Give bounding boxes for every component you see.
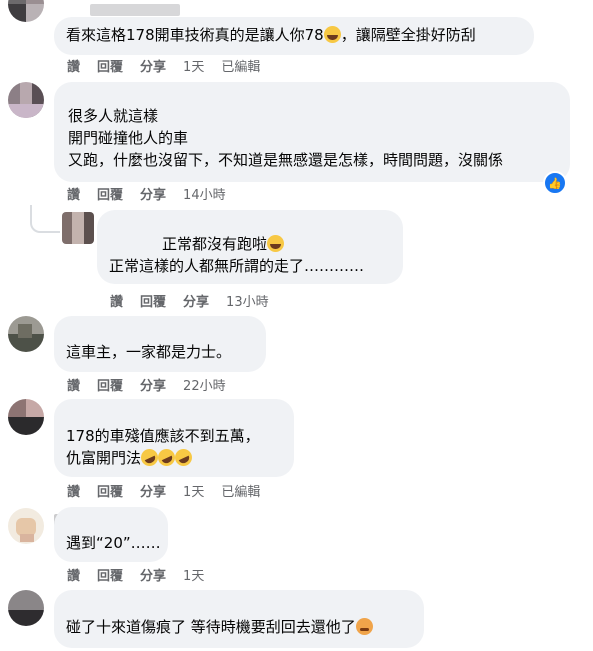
share-button[interactable]: 分享 (140, 375, 166, 394)
comment-actions: 讚 回覆 分享 1天 已編輯 (67, 481, 277, 500)
comment-bubble: 看來這格178開車技術真的是讓人你78 ，讓隔壁全掛好防刮 (54, 17, 534, 55)
timestamp-link[interactable]: 22小時 (183, 375, 226, 394)
reply-button[interactable]: 回覆 (97, 565, 123, 584)
comment-actions: 讚 回覆 分享 1天 (67, 565, 221, 584)
reply-thread-line (30, 205, 60, 233)
comment-bubble: 碰了十來道傷痕了 等待時機要刮回去還他了 (54, 590, 424, 648)
comment-bubble: 很多人就這樣 開門碰撞他人的車 又跑，什麼也沒留下，不知道是無感還是怎樣，時間問… (54, 82, 570, 182)
avatar[interactable] (8, 316, 44, 352)
comment-text: 開門碰撞他人的車 (68, 129, 189, 147)
laughing-emoji-icon (323, 26, 341, 43)
comment-actions: 讚 回覆 分享 14小時 (67, 184, 243, 203)
comment-text: 看來這格178開車技術真的是讓人你78 (66, 26, 324, 44)
avatar[interactable] (8, 82, 44, 118)
comment-actions: 讚 回覆 分享 1天 已編輯 (67, 56, 277, 75)
like-button[interactable]: 讚 (67, 481, 80, 500)
avatar[interactable] (8, 590, 44, 626)
like-reaction-icon[interactable]: 👍 (543, 171, 567, 195)
share-button[interactable]: 分享 (140, 481, 166, 500)
avatar[interactable] (8, 0, 44, 22)
comment-actions: 讚 回覆 分享 13小時 (110, 291, 286, 310)
comment-bubble: 遇到“20”…… (54, 507, 168, 562)
avatar[interactable] (62, 212, 94, 244)
reply-button[interactable]: 回覆 (97, 375, 123, 394)
timestamp-link[interactable]: 1天 (183, 481, 204, 500)
avatar[interactable] (8, 399, 44, 435)
share-button[interactable]: 分享 (140, 565, 166, 584)
timestamp-link[interactable]: 1天 (183, 565, 204, 584)
comment-text: 仇富開門法 (66, 449, 142, 467)
comment-text: 正常這樣的人都無所謂的走了………… (109, 257, 365, 275)
comment-text: 碰了十來道傷痕了 等待時機要刮回去還他了 (66, 618, 356, 636)
comment-text: 這車主，一家都是力士。 (66, 343, 232, 361)
rofl-emoji-icon (172, 446, 195, 469)
avatar[interactable] (8, 508, 44, 544)
laughing-emoji-icon (267, 235, 285, 252)
comment-actions: 讚 回覆 分享 22小時 (67, 375, 243, 394)
like-button[interactable]: 讚 (67, 56, 80, 75)
reply-button[interactable]: 回覆 (97, 56, 123, 75)
comment-text: 正常都沒有跑啦 (162, 235, 268, 253)
reply-button[interactable]: 回覆 (140, 291, 166, 310)
comment-text: 178的車殘值應該不到五萬， (66, 427, 260, 445)
comment-text: 很多人就這樣 (68, 107, 159, 125)
share-button[interactable]: 分享 (140, 56, 166, 75)
like-button[interactable]: 讚 (67, 375, 80, 394)
timestamp-link[interactable]: 13小時 (226, 291, 269, 310)
comment-text: 遇到“20”…… (66, 534, 161, 552)
comment-text: ，讓隔壁全掛好防刮 (340, 26, 476, 44)
like-button[interactable]: 讚 (67, 184, 80, 203)
comment-bubble: 正常都沒有跑啦 正常這樣的人都無所謂的走了………… (97, 210, 403, 284)
timestamp-link[interactable]: 1天 (183, 56, 204, 75)
edited-label[interactable]: 已編輯 (221, 481, 260, 500)
commenter-name-blurred[interactable] (90, 4, 180, 16)
edited-label[interactable]: 已編輯 (221, 56, 260, 75)
like-button[interactable]: 讚 (67, 565, 80, 584)
comment-bubble: 這車主，一家都是力士。 (54, 316, 266, 372)
share-button[interactable]: 分享 (183, 291, 209, 310)
reply-button[interactable]: 回覆 (97, 184, 123, 203)
comment-text: 又跑，什麼也沒留下，不知道是無感還是怎樣，時間問題，沒關係 (68, 151, 504, 169)
comment-bubble: 178的車殘值應該不到五萬， 仇富開門法 (54, 399, 294, 477)
like-button[interactable]: 讚 (110, 291, 123, 310)
timestamp-link[interactable]: 14小時 (183, 184, 226, 203)
reply-button[interactable]: 回覆 (97, 481, 123, 500)
share-button[interactable]: 分享 (140, 184, 166, 203)
huffing-emoji-icon (355, 618, 373, 635)
